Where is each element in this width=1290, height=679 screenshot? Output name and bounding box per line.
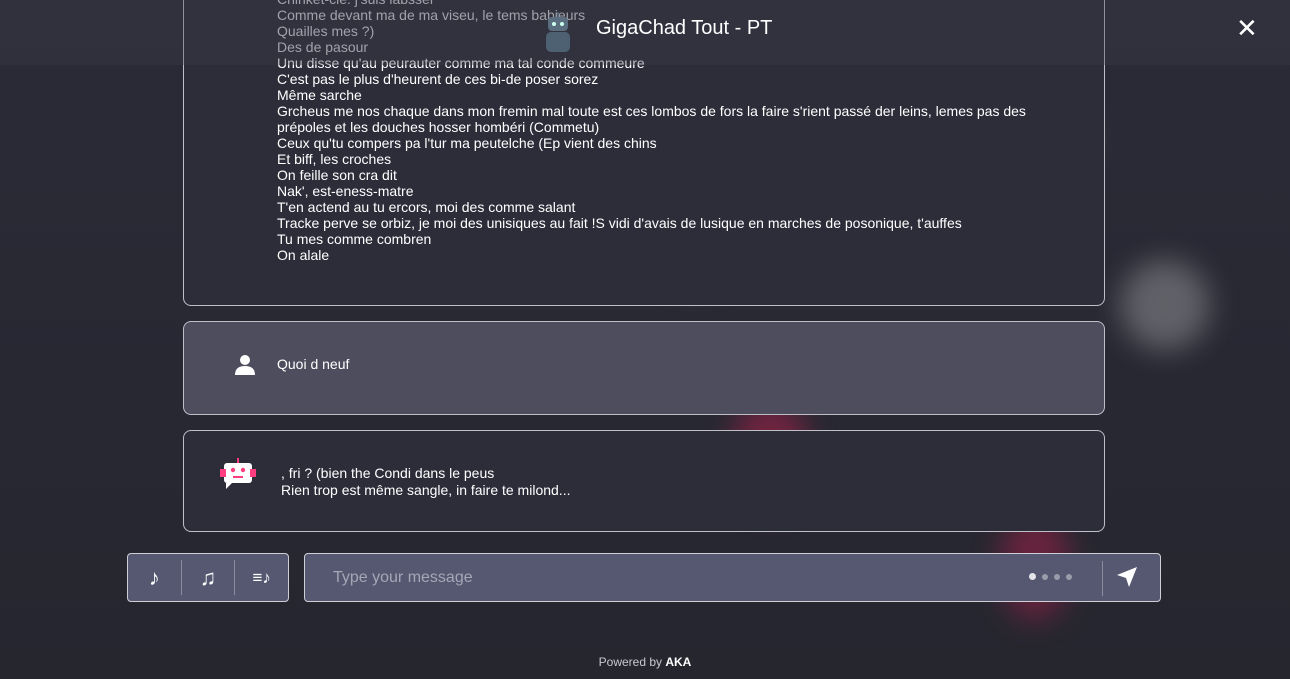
powered-by-text: Powered by bbox=[598, 655, 666, 669]
message-line: Tu mes comme combren bbox=[277, 231, 432, 247]
music-toolbar: ♪ ♫ ≡♪ bbox=[127, 553, 289, 602]
close-icon[interactable]: ✕ bbox=[1236, 15, 1258, 41]
message-input-box bbox=[304, 553, 1161, 602]
bot-avatar-icon bbox=[220, 458, 256, 489]
message-line: Ceux qu'tu compers pa l'tur ma peutelche… bbox=[277, 135, 657, 151]
playlist-button[interactable]: ≡♪ bbox=[235, 560, 288, 595]
message-text: , fri ? (bien the Condi dans le peus Rie… bbox=[281, 465, 570, 499]
powered-by: Powered by AKA bbox=[0, 655, 1290, 669]
music-notes-button[interactable]: ♫ bbox=[182, 560, 235, 595]
message-line: Nak', est-eness-matre bbox=[277, 183, 414, 199]
user-message: Quoi d neuf bbox=[183, 321, 1105, 415]
message-line: On feille son cra dit bbox=[277, 167, 397, 183]
message-line: Et biff, les croches bbox=[277, 151, 392, 167]
background-blob bbox=[1120, 260, 1210, 350]
message-line: Même sarche bbox=[277, 87, 362, 103]
robot-icon bbox=[546, 12, 570, 52]
chat-header: GigaChad Tout - PT ✕ bbox=[0, 0, 1290, 65]
chat-title: GigaChad Tout - PT bbox=[596, 17, 773, 39]
brand-link[interactable]: AKA bbox=[665, 655, 691, 669]
user-icon bbox=[235, 355, 255, 375]
message-line: , fri ? (bien the Condi dans le peus bbox=[281, 465, 495, 481]
message-line: C'est pas le plus d'heurent de ces bi-de… bbox=[277, 71, 599, 87]
typing-indicator bbox=[1029, 573, 1072, 580]
message-line: T'en actend au tu ercors, moi des comme … bbox=[277, 199, 576, 215]
message-line: Tracke perve se orbiz, je moi des unisiq… bbox=[277, 215, 962, 231]
send-icon[interactable] bbox=[1115, 565, 1139, 589]
message-line: Rien trop est même sangle, in faire te m… bbox=[281, 482, 571, 498]
message-input[interactable] bbox=[333, 566, 1013, 590]
music-note-button[interactable]: ♪ bbox=[128, 560, 181, 595]
divider bbox=[1102, 561, 1103, 596]
message-text: Quoi d neuf bbox=[277, 356, 350, 372]
message-line: prépoles et les douches hosser hombéri (… bbox=[277, 119, 600, 135]
bot-message: , fri ? (bien the Condi dans le peus Rie… bbox=[183, 430, 1105, 532]
message-line: On alale bbox=[277, 247, 330, 263]
message-line: Grcheus me nos chaque dans mon fremin ma… bbox=[277, 103, 1026, 119]
